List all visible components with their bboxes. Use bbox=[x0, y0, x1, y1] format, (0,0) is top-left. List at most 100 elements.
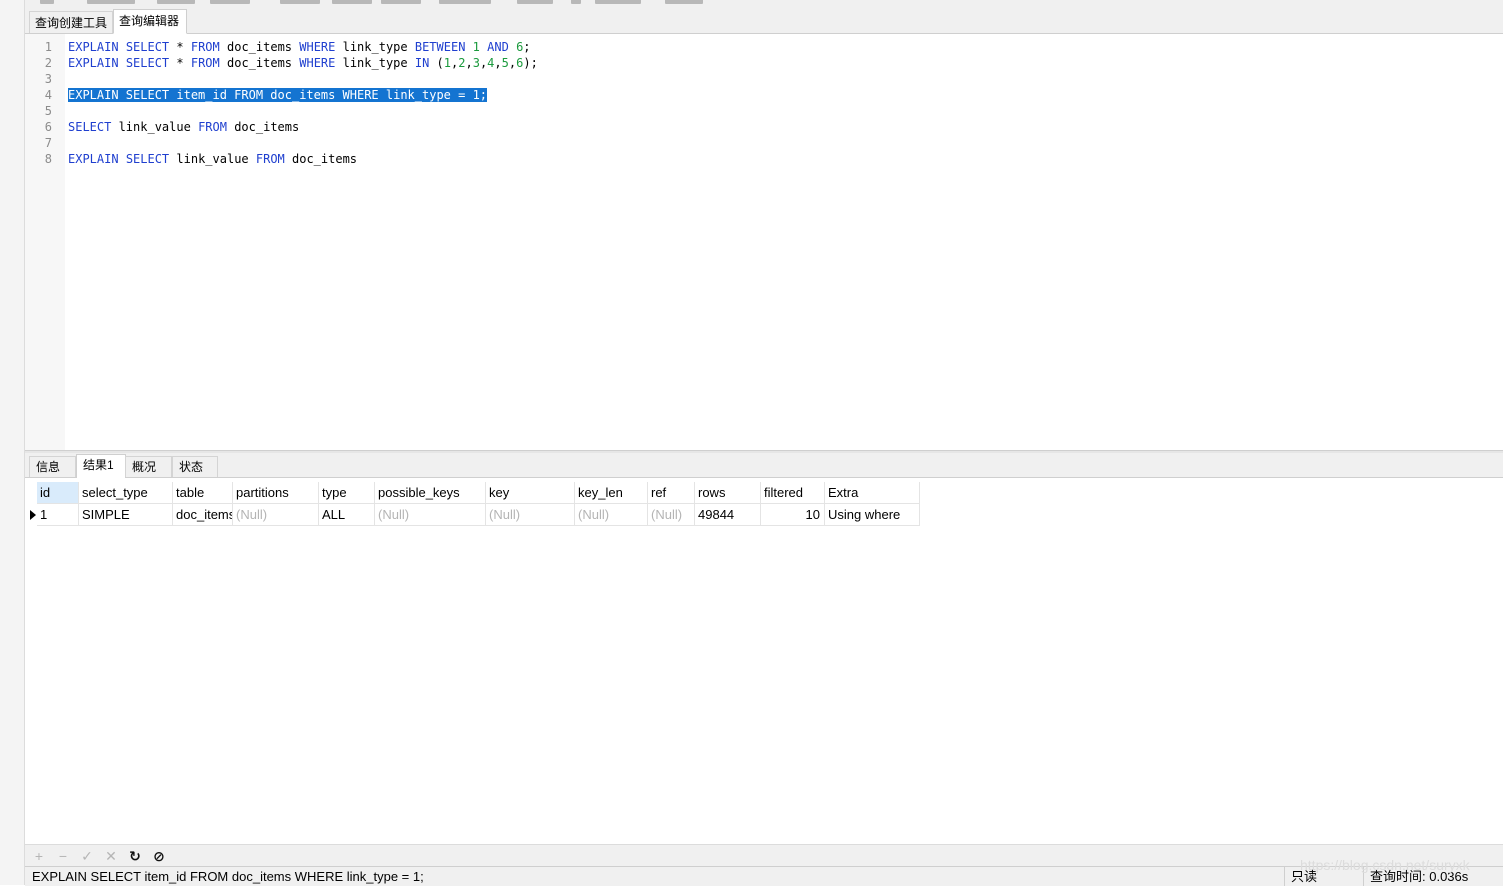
sql-number: 5 bbox=[501, 56, 509, 70]
code-text: EXPLAIN SELECT * FROM doc_items WHERE li… bbox=[68, 39, 531, 55]
delete-record-icon[interactable]: − bbox=[55, 848, 71, 864]
sql-number: 1 bbox=[472, 40, 480, 54]
line-number: 3 bbox=[44, 72, 52, 86]
sql-text: * bbox=[169, 56, 191, 70]
column-header-filtered[interactable]: filtered bbox=[761, 482, 825, 504]
cell-extra[interactable]: Using where bbox=[825, 504, 920, 526]
tab-result-1[interactable]: 结果1 bbox=[76, 454, 126, 478]
column-header-possible-keys[interactable]: possible_keys bbox=[375, 482, 486, 504]
sql-keyword: BETWEEN bbox=[414, 40, 466, 54]
column-header-extra[interactable]: Extra bbox=[825, 482, 920, 504]
sql-text: link_value bbox=[111, 120, 199, 134]
code-line[interactable]: 1 EXPLAIN SELECT * FROM doc_items WHERE l… bbox=[25, 39, 1503, 55]
code-line[interactable]: 2 EXPLAIN SELECT * FROM doc_items WHERE l… bbox=[25, 55, 1503, 71]
cell-type[interactable]: ALL bbox=[319, 504, 375, 526]
code-line[interactable]: 6 SELECT link_value FROM doc_items bbox=[25, 119, 1503, 135]
sql-keyword: SELECT bbox=[125, 56, 170, 70]
tab-profile[interactable]: 概况 bbox=[125, 456, 172, 477]
sql-keyword: FROM bbox=[198, 120, 227, 134]
cell-filtered[interactable]: 10 bbox=[761, 504, 825, 526]
sql-keyword: SELECT bbox=[68, 120, 112, 134]
sql-keyword: EXPLAIN bbox=[68, 152, 119, 166]
sql-keyword: SELECT bbox=[125, 152, 170, 166]
status-query-time: 查询时间: 0.036s bbox=[1363, 867, 1468, 886]
column-header-id[interactable]: id bbox=[37, 482, 79, 504]
tab-query-editor[interactable]: 查询编辑器 bbox=[113, 9, 187, 34]
column-header-ref[interactable]: ref bbox=[648, 482, 695, 504]
discard-changes-icon[interactable]: ✕ bbox=[103, 848, 119, 864]
line-number: 1 bbox=[44, 40, 52, 54]
toolbar-button-stub[interactable] bbox=[517, 0, 553, 4]
column-header-key[interactable]: key bbox=[486, 482, 575, 504]
code-line[interactable]: 8 EXPLAIN SELECT link_value FROM doc_item… bbox=[25, 151, 1503, 167]
sql-text: ( bbox=[429, 56, 444, 70]
code-line[interactable]: 5 bbox=[25, 103, 1503, 119]
code-line-selected[interactable]: 4 EXPLAIN SELECT item_id FROM doc_items W… bbox=[25, 87, 1503, 103]
cell-table[interactable]: doc_items bbox=[173, 504, 233, 526]
toolbar-button-stub[interactable] bbox=[665, 0, 703, 4]
line-number: 6 bbox=[44, 120, 52, 134]
toolbar-button-stub[interactable] bbox=[332, 0, 372, 4]
sql-keyword: EXPLAIN bbox=[68, 56, 119, 70]
column-header-select-type[interactable]: select_type bbox=[79, 482, 173, 504]
code-text: EXPLAIN SELECT * FROM doc_items WHERE li… bbox=[68, 55, 538, 71]
tab-query-builder[interactable]: 查询创建工具 bbox=[29, 11, 113, 33]
toolbar-button-stub[interactable] bbox=[381, 0, 421, 4]
apply-changes-icon[interactable]: ✓ bbox=[79, 848, 95, 864]
sql-editor[interactable]: 1 EXPLAIN SELECT * FROM doc_items WHERE l… bbox=[25, 34, 1503, 450]
sql-text: doc_items bbox=[226, 120, 300, 134]
result-tab-bar: 信息 结果1 概况 状态 bbox=[25, 453, 1503, 478]
sql-text: doc_items bbox=[219, 56, 300, 70]
grid-toolbar: + − ✓ ✕ ↻ ⊘ bbox=[25, 844, 1503, 867]
code-line[interactable]: 3 bbox=[25, 71, 1503, 87]
status-sql-text: EXPLAIN SELECT item_id FROM doc_items WH… bbox=[32, 869, 424, 884]
column-header-table[interactable]: table bbox=[173, 482, 233, 504]
tab-info[interactable]: 信息 bbox=[29, 456, 76, 477]
toolbar-button-stub[interactable] bbox=[439, 0, 491, 4]
code-line[interactable]: 7 bbox=[25, 135, 1503, 151]
line-number: 7 bbox=[44, 136, 52, 150]
sql-keyword: AND bbox=[487, 40, 509, 54]
line-number: 2 bbox=[44, 56, 52, 70]
column-header-key-len[interactable]: key_len bbox=[575, 482, 648, 504]
line-number: 8 bbox=[44, 152, 52, 166]
status-readonly: 只读 bbox=[1284, 867, 1317, 886]
status-bar: EXPLAIN SELECT item_id FROM doc_items WH… bbox=[25, 866, 1503, 886]
toolbar-button-stub[interactable] bbox=[571, 0, 581, 4]
toolbar-button-stub[interactable] bbox=[87, 0, 135, 4]
refresh-icon[interactable]: ↻ bbox=[127, 848, 143, 864]
toolbar-button-stub[interactable] bbox=[157, 0, 195, 4]
toolbar-button-stub[interactable] bbox=[280, 0, 320, 4]
sql-text: * bbox=[169, 40, 191, 54]
toolbar-button-stub[interactable] bbox=[210, 0, 250, 4]
sql-keyword: SELECT bbox=[125, 40, 170, 54]
sql-keyword: WHERE bbox=[299, 56, 336, 70]
column-header-rows[interactable]: rows bbox=[695, 482, 761, 504]
toolbar-button-stub[interactable] bbox=[595, 0, 641, 4]
column-header-type[interactable]: type bbox=[319, 482, 375, 504]
sql-text: link_value bbox=[169, 152, 256, 166]
cell-id[interactable]: 1 bbox=[37, 504, 79, 526]
cell-possible-keys[interactable]: (Null) bbox=[375, 504, 486, 526]
cell-key[interactable]: (Null) bbox=[486, 504, 575, 526]
sql-text: doc_items bbox=[284, 152, 358, 166]
line-number: 4 bbox=[44, 88, 52, 102]
stop-icon[interactable]: ⊘ bbox=[151, 848, 167, 864]
sql-keyword: FROM bbox=[190, 56, 220, 70]
add-record-icon[interactable]: + bbox=[31, 848, 47, 864]
main-toolbar bbox=[25, 0, 1503, 8]
column-header-partitions[interactable]: partitions bbox=[233, 482, 319, 504]
cell-ref[interactable]: (Null) bbox=[648, 504, 695, 526]
cell-partitions[interactable]: (Null) bbox=[233, 504, 319, 526]
toolbar-button-stub[interactable] bbox=[40, 0, 54, 4]
cell-select-type[interactable]: SIMPLE bbox=[79, 504, 173, 526]
cell-rows[interactable]: 49844 bbox=[695, 504, 761, 526]
sql-text: link_type bbox=[335, 56, 415, 70]
cell-key-len[interactable]: (Null) bbox=[575, 504, 648, 526]
tab-status[interactable]: 状态 bbox=[172, 456, 218, 477]
sql-keyword: EXPLAIN bbox=[68, 40, 119, 54]
selected-text: EXPLAIN SELECT item_id FROM doc_items WH… bbox=[68, 88, 488, 102]
sql-text: ); bbox=[523, 56, 538, 70]
